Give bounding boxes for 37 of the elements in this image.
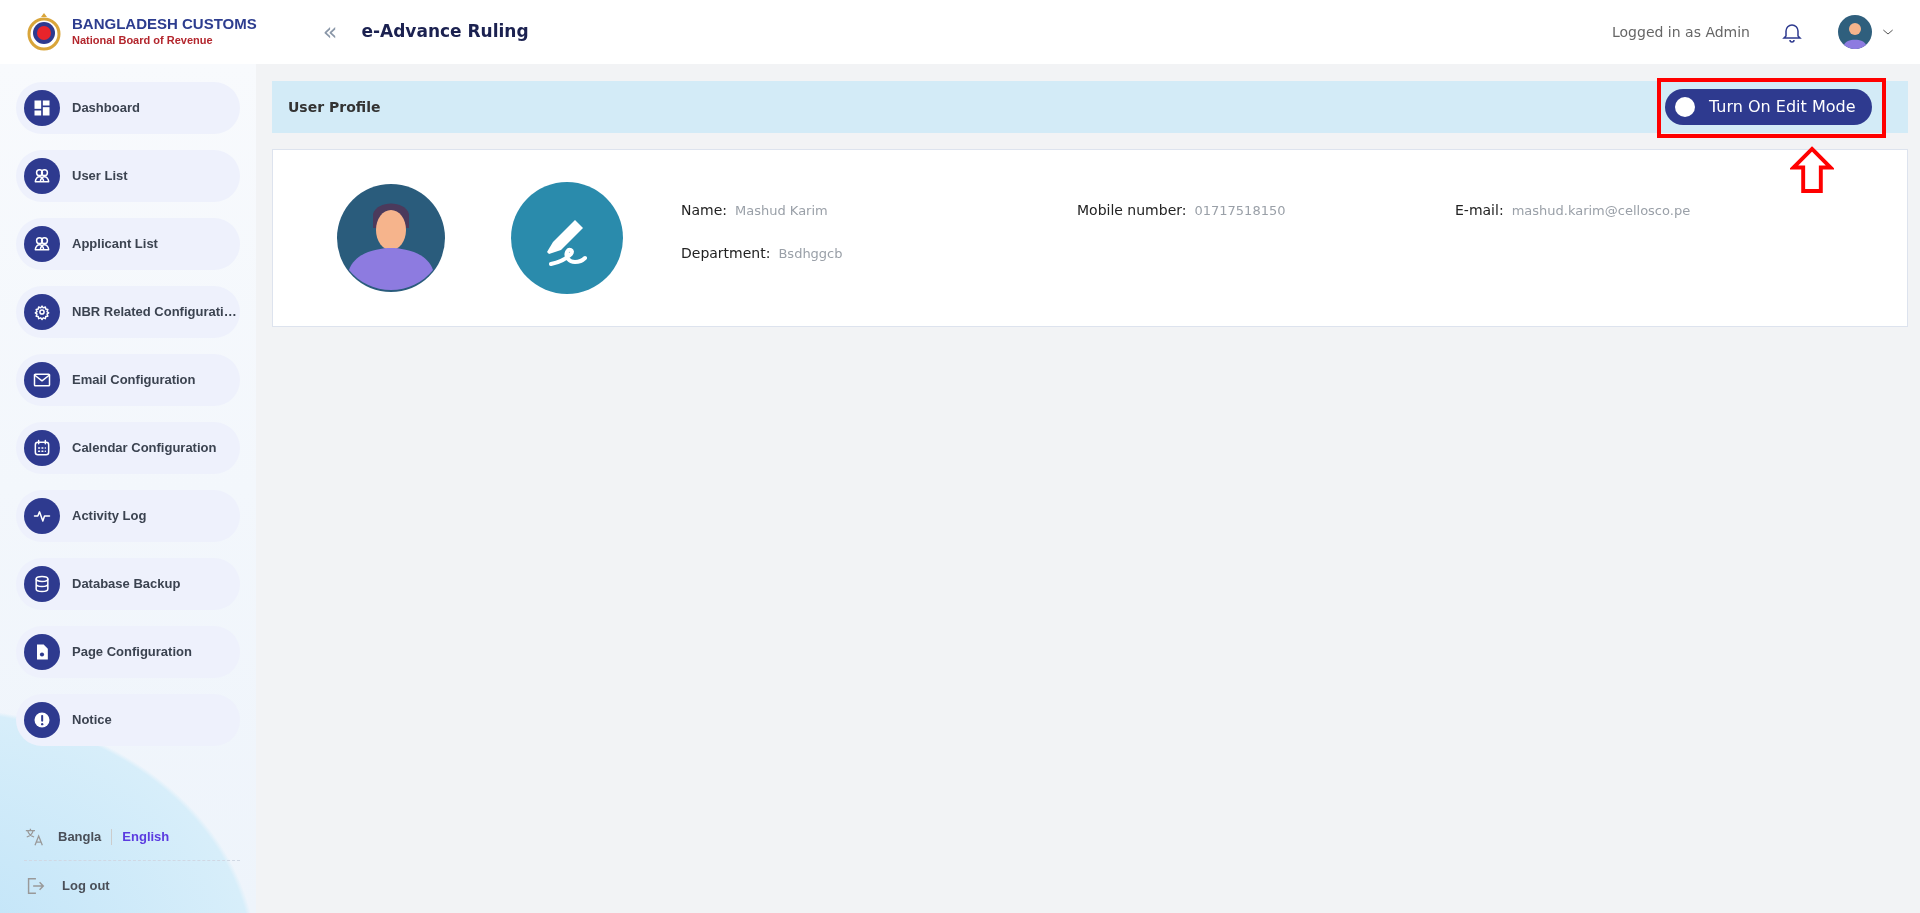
page-title: User Profile [288,97,381,117]
logout-button[interactable]: Log out [24,875,110,897]
sidebar-item[interactable]: Dashboard [16,82,240,134]
logged-in-text: Logged in as Admin [1612,22,1750,42]
app-title: e-Advance Ruling [361,20,529,44]
users-icon [32,234,52,254]
sidebar-item[interactable]: Notice [16,694,240,746]
sidebar-item[interactable]: Applicant List [16,218,240,270]
field-label: Name: [681,201,728,220]
sidebar-item[interactable]: User List [16,150,240,202]
logo-title: BANGLADESH CUSTOMS [72,15,257,32]
sidebar-item[interactable]: Activity Log [16,490,240,542]
exclamation-icon [32,710,52,730]
sidebar-item[interactable]: NBR Related Configurati… [16,286,240,338]
avatar[interactable] [1838,15,1872,49]
field-value: mashud.karim@cellosco.pe [1511,202,1691,220]
sidebar-item[interactable]: Page Configuration [16,626,240,678]
dashboard-icon [32,98,52,118]
edit-mode-toggle[interactable]: Turn On Edit Mode [1665,89,1872,125]
language-option[interactable]: English [122,827,170,847]
field-value: Bsdhggcb [778,245,843,263]
sidebar-item[interactable]: Database Backup [16,558,240,610]
field-value: 01717518150 [1194,202,1286,220]
users-icon [32,166,52,186]
envelope-icon [32,370,52,390]
database-icon [32,574,52,594]
sidebar-item[interactable]: Email Configuration [16,354,240,406]
sidebar-item[interactable]: Calendar Configuration [16,422,240,474]
field-label: Mobile number: [1077,201,1187,220]
language-option[interactable]: Bangla [58,827,102,847]
calendar-icon [32,438,52,458]
signature-icon [511,182,623,294]
field-label: Department: [681,244,771,263]
logo-subtitle: National Board of Revenue [72,33,214,48]
translate-icon [24,826,46,848]
field-label: E-mail: [1455,201,1504,220]
field-value: Mashud Karim [735,202,828,220]
